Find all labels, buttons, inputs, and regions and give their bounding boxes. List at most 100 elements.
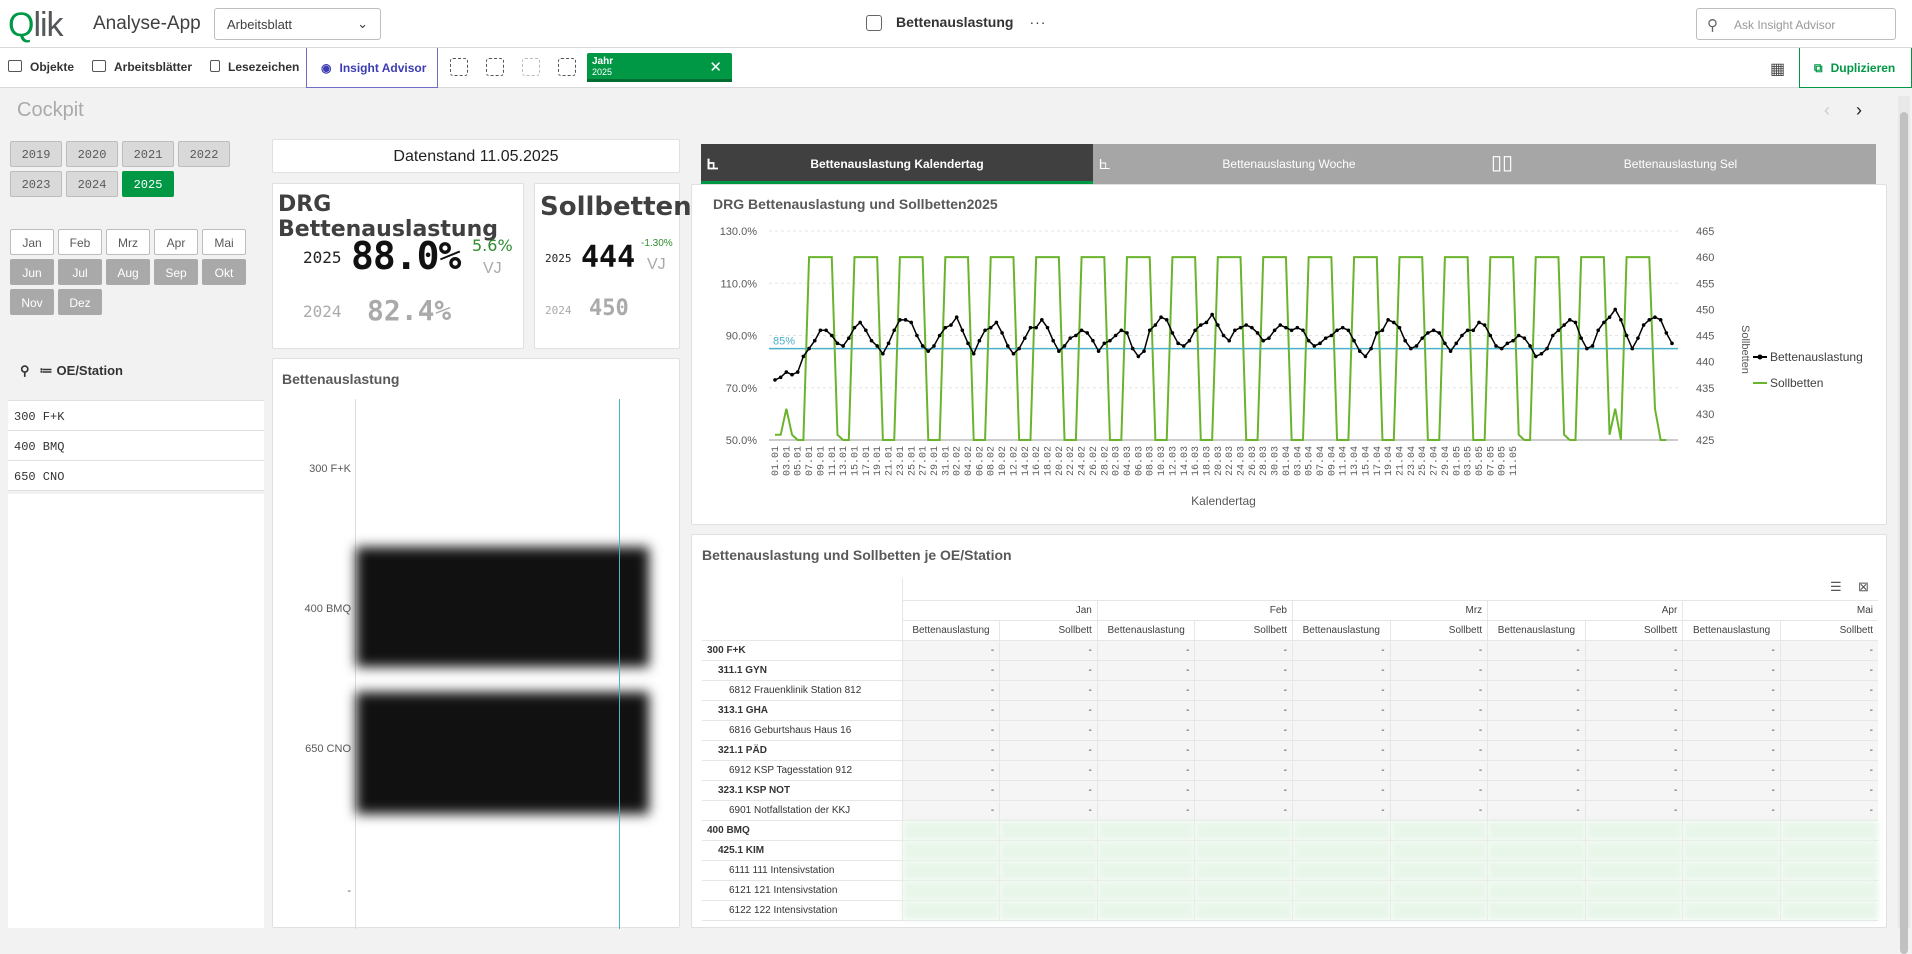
pivot-measure-header[interactable]: Sollbett: [1584, 620, 1683, 641]
oe-list-item[interactable]: 400 BMQ: [8, 430, 264, 461]
pivot-measure-header[interactable]: Sollbett: [1194, 620, 1293, 641]
sheet-selector[interactable]: Arbeitsblatt ⌄: [214, 8, 381, 40]
pivot-measure-header[interactable]: Sollbett: [1389, 620, 1488, 641]
auslastung-point: [977, 338, 982, 343]
oe-list-item[interactable]: 650 CNO: [8, 460, 264, 491]
year-button-2025[interactable]: 2025: [122, 171, 174, 197]
objects-button[interactable]: Objekte: [8, 60, 74, 74]
auslastung-point: [1602, 320, 1606, 325]
auslastung-point: [812, 338, 817, 343]
pivot-row-label[interactable]: 425.1 KIM: [702, 840, 903, 861]
pivot-measure-header[interactable]: Bettenauslastung: [1096, 620, 1195, 641]
pivot-row-label[interactable]: 6816 Geburtshaus Haus 16: [702, 720, 903, 741]
pivot-month-header[interactable]: Jan: [901, 600, 1098, 621]
pivot-row-label[interactable]: 6812 Frauenklinik Station 812: [702, 680, 903, 701]
month-button-okt[interactable]: Okt: [202, 259, 246, 285]
pivot-month-header[interactable]: Apr: [1487, 600, 1683, 621]
sheets-button[interactable]: Arbeitsblätter: [92, 60, 192, 74]
qlik-logo[interactable]: Qlik: [8, 6, 64, 45]
pivot-row-label[interactable]: 6901 Notfallstation der KKJ: [702, 800, 903, 821]
more-options-icon[interactable]: ···: [1029, 14, 1046, 30]
tab-woche[interactable]: ⦜ Bettenauslastung Woche: [1093, 144, 1485, 184]
line-chart-card[interactable]: DRG Bettenauslastung und Sollbetten2025 1…: [691, 184, 1887, 525]
app-name: Analyse-App: [93, 13, 201, 34]
previous-sheet-icon[interactable]: ‹: [1824, 100, 1830, 121]
insight-search-input[interactable]: ⚲ Ask Insight Advisor: [1696, 8, 1896, 40]
vertical-scrollbar[interactable]: [1898, 96, 1910, 954]
tab-kalendertag[interactable]: ⦜ Bettenauslastung Kalendertag: [701, 144, 1093, 184]
bettenauslastung-bar-panel[interactable]: Bettenauslastung 300 F+K 400 BMQ 650 CNO…: [272, 358, 680, 929]
pivot-cell-blurred: [1096, 900, 1195, 921]
oe-filter-header[interactable]: ⚲ ≔ OE/Station: [20, 363, 123, 379]
clear-selections-icon[interactable]: [558, 58, 576, 76]
auslastung-point: [818, 328, 823, 333]
pivot-month-header[interactable]: Feb: [1096, 600, 1293, 621]
month-button-feb[interactable]: Feb: [58, 229, 102, 255]
auslastung-point: [1522, 336, 1527, 340]
legend-label-auslastung[interactable]: Bettenauslastung: [1770, 350, 1863, 364]
pivot-row-label[interactable]: 321.1 PÄD: [702, 740, 903, 761]
auslastung-point: [869, 338, 874, 343]
step-forward-icon[interactable]: [522, 58, 540, 76]
bookmarks-button[interactable]: Lesezeichen: [210, 60, 299, 74]
pivot-measure-header[interactable]: Sollbett: [999, 620, 1098, 641]
month-button-jul[interactable]: Jul: [58, 259, 102, 285]
month-button-sep[interactable]: Sep: [154, 259, 198, 285]
auslastung-point: [1335, 328, 1339, 333]
bar-400: [356, 547, 649, 667]
pivot-measure-header[interactable]: Bettenauslastung: [901, 620, 1000, 641]
auslastung-point: [1409, 346, 1413, 351]
x-tick-label: 05.01: [794, 446, 805, 476]
pivot-row-label[interactable]: 311.1 GYN: [702, 660, 903, 681]
pivot-measure-header[interactable]: Bettenauslastung: [1682, 620, 1781, 641]
auslastung-point: [915, 333, 919, 338]
pivot-month-header[interactable]: Mrz: [1291, 600, 1488, 621]
pivot-measure-header[interactable]: Sollbett: [1779, 620, 1878, 641]
step-back-icon[interactable]: [486, 58, 504, 76]
month-button-jun[interactable]: Jun: [10, 259, 54, 285]
y2-tick-label: 440: [1696, 357, 1714, 369]
pivot-row-label[interactable]: 6912 KSP Tagesstation 912: [702, 760, 903, 781]
month-button-mrz[interactable]: Mrz: [106, 229, 150, 255]
pivot-row-label[interactable]: 6121 121 Intensivstation: [702, 880, 903, 901]
pivot-card[interactable]: Bettenauslastung und Sollbetten je OE/St…: [691, 534, 1887, 928]
pivot-cell: -: [1487, 700, 1586, 721]
year-button-2021[interactable]: 2021: [122, 141, 174, 167]
pivot-row-label[interactable]: 6111 111 Intensivstation: [702, 860, 903, 881]
month-button-jan[interactable]: Jan: [10, 229, 54, 255]
auslastung-point: [1255, 331, 1260, 335]
close-icon[interactable]: ✕: [709, 58, 722, 76]
oe-list-item[interactable]: 300 F+K: [8, 400, 264, 431]
legend-label-sollbetten[interactable]: Sollbetten: [1770, 376, 1823, 390]
year-button-2023[interactable]: 2023: [10, 171, 62, 197]
pivot-measure-header[interactable]: Bettenauslastung: [1292, 620, 1391, 641]
pivot-month-header[interactable]: Mai: [1682, 600, 1878, 621]
month-button-nov[interactable]: Nov: [10, 289, 54, 315]
pivot-row-label[interactable]: 323.1 KSP NOT: [702, 780, 903, 801]
pivot-measure-header[interactable]: Bettenauslastung: [1487, 620, 1586, 641]
year-button-2022[interactable]: 2022: [178, 141, 230, 167]
auslastung-point: [926, 349, 931, 353]
search-icon[interactable]: ⚲: [20, 363, 30, 378]
pivot-row-label[interactable]: 400 BMQ: [702, 820, 903, 841]
pivot-row-label[interactable]: 313.1 GHA: [702, 700, 903, 721]
year-button-2020[interactable]: 2020: [66, 141, 118, 167]
pivot-row-label[interactable]: 6122 122 Intensivstation: [702, 900, 903, 921]
smart-search-icon[interactable]: [450, 58, 468, 76]
month-button-mai[interactable]: Mai: [202, 229, 246, 255]
selection-chip-jahr[interactable]: Jahr 2025 ✕: [587, 53, 732, 82]
insight-advisor-button[interactable]: ◉ Insight Advisor: [306, 48, 438, 88]
duplicate-button[interactable]: ⧉ Duplizieren: [1799, 48, 1912, 88]
kpi-sollbetten-card[interactable]: Sollbetten 2025 444 -1.30% VJ 2024 450: [534, 183, 692, 349]
kpi-drg-card[interactable]: DRG Bettenauslastung 2025 88.0% 5.6% VJ …: [272, 183, 524, 349]
month-button-dez[interactable]: Dez: [58, 289, 102, 315]
scrollbar-thumb[interactable]: [1900, 112, 1908, 954]
next-sheet-icon[interactable]: ›: [1856, 100, 1862, 121]
pivot-row-label[interactable]: 300 F+K: [702, 640, 903, 661]
year-button-2024[interactable]: 2024: [66, 171, 118, 197]
month-button-apr[interactable]: Apr: [154, 229, 198, 255]
year-button-2019[interactable]: 2019: [10, 141, 62, 167]
tab-sel[interactable]: ▯▯ Bettenauslastung Sel: [1485, 144, 1876, 184]
month-button-aug[interactable]: Aug: [106, 259, 150, 285]
grid-view-icon[interactable]: ▦: [1770, 59, 1785, 79]
